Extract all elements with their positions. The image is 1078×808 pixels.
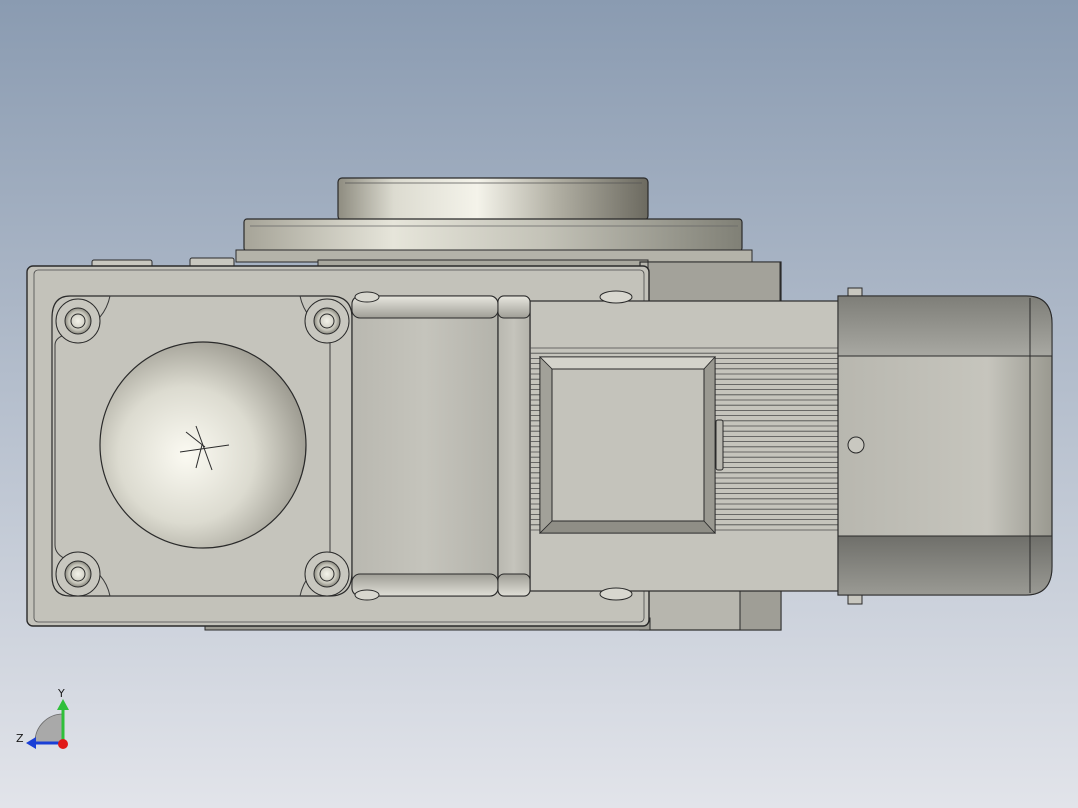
graphics-viewport[interactable]: Y Z — [0, 0, 1078, 808]
model-canvas[interactable] — [0, 0, 1078, 808]
triad-y-label: Y — [58, 687, 65, 700]
x-axis-point — [58, 739, 68, 749]
output-disc[interactable] — [99, 341, 307, 549]
terminal-box[interactable] — [539, 355, 724, 535]
bolt-top-right[interactable] — [304, 298, 350, 344]
bolt-bottom-right[interactable] — [304, 551, 350, 597]
bolt-bottom-left[interactable] — [55, 551, 101, 597]
bolt-top-left[interactable] — [55, 298, 101, 344]
motor-body[interactable] — [837, 287, 1053, 605]
triad-z-label: Z — [16, 732, 24, 745]
